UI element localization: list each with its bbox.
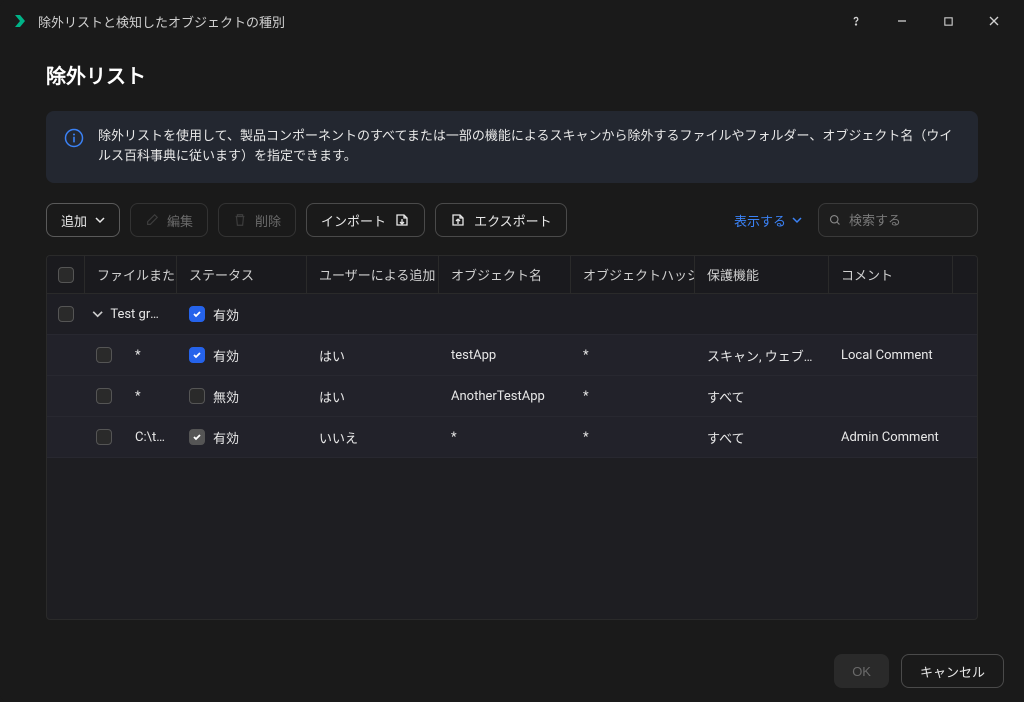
cell-user: はい: [319, 387, 345, 406]
search-box[interactable]: [818, 203, 978, 237]
cell-user: いいえ: [319, 428, 358, 447]
cell-object-hash: *: [583, 348, 589, 363]
cell-comment: Local Comment: [841, 348, 933, 363]
titlebar: 除外リストと検知したオブジェクトの種別: [0, 0, 1024, 42]
chevron-down-icon[interactable]: [91, 307, 104, 321]
minimize-button[interactable]: [884, 7, 920, 35]
row-checkbox[interactable]: [58, 306, 74, 322]
table: ファイルまた... ステータス ユーザーによる追加 オブジェクト名 オブジェクト…: [46, 255, 978, 620]
table-header: ファイルまた... ステータス ユーザーによる追加 オブジェクト名 オブジェクト…: [47, 256, 977, 294]
cell-file: *: [135, 389, 141, 404]
table-row[interactable]: * 有効 はい testApp * スキャン, ウェブ脅威... Local Comment: [47, 335, 977, 376]
group-name: Test gro...: [110, 307, 165, 322]
search-input[interactable]: [849, 213, 967, 228]
header-object-hash[interactable]: オブジェクトハッシュ: [571, 256, 695, 293]
cell-protection: すべて: [707, 428, 745, 447]
status-label: 有効: [213, 305, 239, 324]
cell-status: 有効: [213, 428, 239, 447]
toolbar: 追加 編集 削除 インポート エクスポート 表示する: [46, 203, 978, 237]
close-button[interactable]: [976, 7, 1012, 35]
export-button[interactable]: エクスポート: [435, 203, 567, 237]
page-title: 除外リスト: [46, 60, 978, 89]
status-checkbox[interactable]: [189, 347, 205, 363]
cancel-button[interactable]: キャンセル: [901, 654, 1004, 688]
pencil-icon: [145, 213, 159, 227]
add-button-label: 追加: [61, 211, 87, 230]
header-protection[interactable]: 保護機能: [695, 256, 829, 293]
cell-comment: Admin Comment: [841, 430, 939, 445]
cell-user: はい: [319, 346, 345, 365]
edit-button-label: 編集: [167, 211, 193, 230]
maximize-button[interactable]: [930, 7, 966, 35]
content: 除外リスト 除外リストを使用して、製品コンポーネントのすべてまたは一部の機能によ…: [0, 42, 1024, 640]
trash-icon: [233, 213, 247, 227]
cell-protection: スキャン, ウェブ脅威...: [707, 346, 817, 365]
delete-button-label: 削除: [255, 211, 281, 230]
table-row[interactable]: C:\test\te... 有効 いいえ * * すべて Admin Comment: [47, 417, 977, 458]
window-title: 除外リストと検知したオブジェクトの種別: [38, 12, 285, 31]
cell-status: 無効: [213, 387, 239, 406]
info-text: 除外リストを使用して、製品コンポーネントのすべてまたは一部の機能によるスキャンか…: [98, 127, 960, 167]
header-tail: [953, 256, 977, 293]
footer: OK キャンセル: [0, 640, 1024, 702]
cell-object-name: *: [451, 430, 457, 445]
help-button[interactable]: [838, 7, 874, 35]
cell-status: 有効: [213, 346, 239, 365]
row-checkbox[interactable]: [96, 388, 112, 404]
row-checkbox[interactable]: [96, 429, 112, 445]
info-banner: 除外リストを使用して、製品コンポーネントのすべてまたは一部の機能によるスキャンか…: [46, 111, 978, 183]
status-checkbox[interactable]: [189, 306, 205, 322]
chevron-down-icon: [792, 215, 802, 225]
header-checkbox-cell: [47, 256, 85, 293]
status-checkbox[interactable]: [189, 388, 205, 404]
show-dropdown-label: 表示する: [734, 211, 786, 230]
cell-file: *: [135, 348, 141, 363]
cell-protection: すべて: [707, 387, 745, 406]
show-dropdown[interactable]: 表示する: [728, 211, 808, 230]
import-button[interactable]: インポート: [306, 203, 425, 237]
row-checkbox[interactable]: [96, 347, 112, 363]
header-user[interactable]: ユーザーによる追加: [307, 256, 439, 293]
cell-object-name: AnotherTestApp: [451, 389, 545, 404]
window: 除外リストと検知したオブジェクトの種別 除外リスト 除外リストを使用して、製品コ…: [0, 0, 1024, 702]
cell-object-hash: *: [583, 389, 589, 404]
search-icon: [829, 213, 841, 227]
cell-object-name: testApp: [451, 348, 496, 363]
select-all-checkbox[interactable]: [58, 267, 74, 283]
table-row[interactable]: * 無効 はい AnotherTestApp * すべて: [47, 376, 977, 417]
info-icon: [64, 128, 84, 148]
header-object-name[interactable]: オブジェクト名: [439, 256, 571, 293]
export-icon: [450, 212, 466, 228]
import-icon: [394, 212, 410, 228]
header-comment[interactable]: コメント: [829, 256, 953, 293]
group-row[interactable]: Test gro... 有効: [47, 294, 977, 335]
import-button-label: インポート: [321, 211, 386, 230]
header-status[interactable]: ステータス: [177, 256, 307, 293]
delete-button: 削除: [218, 203, 296, 237]
header-file[interactable]: ファイルまた...: [85, 256, 177, 293]
add-button[interactable]: 追加: [46, 203, 120, 237]
edit-button: 編集: [130, 203, 208, 237]
app-logo-icon: [12, 13, 28, 29]
chevron-down-icon: [95, 215, 105, 225]
export-button-label: エクスポート: [474, 211, 552, 230]
status-checkbox[interactable]: [189, 429, 205, 445]
cell-object-hash: *: [583, 430, 589, 445]
ok-button: OK: [834, 654, 889, 688]
cell-file: C:\test\te...: [135, 430, 165, 445]
